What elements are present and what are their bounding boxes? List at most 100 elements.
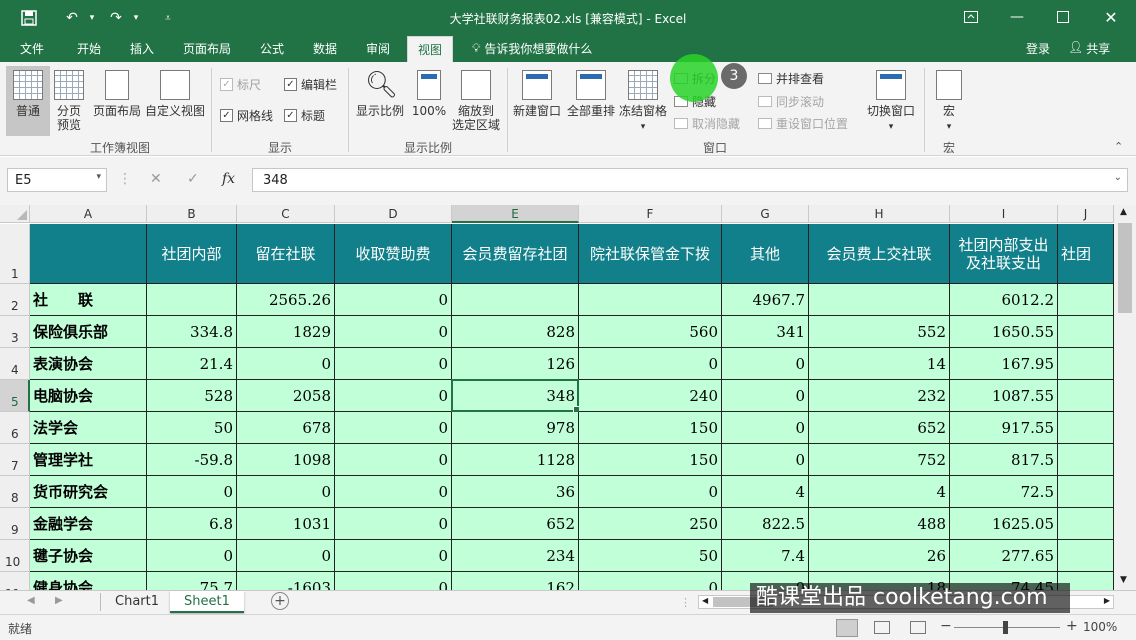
cell-b8[interactable]: 0 <box>147 476 237 508</box>
cell-i2[interactable]: 6012.2 <box>950 284 1058 316</box>
tab-review[interactable]: 审阅 <box>366 40 390 57</box>
cell-e4[interactable]: 126 <box>452 348 579 380</box>
cell-i6[interactable]: 917.55 <box>950 412 1058 444</box>
cell-b7[interactable]: -59.8 <box>147 444 237 476</box>
view-side-by-side-button[interactable]: 并排查看 <box>758 70 824 87</box>
cell-h8[interactable]: 4 <box>809 476 950 508</box>
cell-i10[interactable]: 277.65 <box>950 540 1058 572</box>
name-box[interactable]: E5 ▾ <box>7 168 107 192</box>
cell-b5[interactable]: 528 <box>147 380 237 412</box>
row-header-11[interactable]: 11 <box>0 572 30 590</box>
cell-h5[interactable]: 232 <box>809 380 950 412</box>
row-header-1[interactable]: 1 <box>0 224 30 284</box>
col-header-h[interactable]: H <box>809 205 950 223</box>
row-header-9[interactable]: 9 <box>0 508 30 540</box>
tab-formulas[interactable]: 公式 <box>260 40 284 57</box>
cell-f6[interactable]: 150 <box>579 412 722 444</box>
cell-d5[interactable]: 0 <box>335 380 452 412</box>
cell-i8[interactable]: 72.5 <box>950 476 1058 508</box>
cell-i9[interactable]: 1625.05 <box>950 508 1058 540</box>
cell-f8[interactable]: 0 <box>579 476 722 508</box>
cell-j5[interactable] <box>1058 380 1114 412</box>
new-window-button[interactable]: 新建窗口 <box>512 70 562 118</box>
zoom-to-selection-button[interactable]: 缩放到 选定区域 <box>450 70 502 132</box>
col-header-e[interactable]: E <box>452 205 579 223</box>
cell-f7[interactable]: 150 <box>579 444 722 476</box>
col-header-g[interactable]: G <box>722 205 809 223</box>
col-header-d[interactable]: D <box>335 205 452 223</box>
page-layout-button[interactable]: 页面布局 <box>90 70 144 118</box>
cell-c11[interactable]: -1603 <box>237 572 335 590</box>
cell-a8[interactable]: 货币研究会 <box>30 476 147 508</box>
cell-f5[interactable]: 240 <box>579 380 722 412</box>
cell-f10[interactable]: 50 <box>579 540 722 572</box>
row-header-8[interactable]: 8 <box>0 476 30 508</box>
cell-h4[interactable]: 14 <box>809 348 950 380</box>
cell-a3[interactable]: 保险俱乐部 <box>30 316 147 348</box>
scroll-thumb[interactable] <box>1118 223 1132 313</box>
cell-f4[interactable]: 0 <box>579 348 722 380</box>
col-header-f[interactable]: F <box>579 205 722 223</box>
share-button[interactable]: 👤︎ 共享 <box>1068 40 1110 57</box>
cell-c8[interactable]: 0 <box>237 476 335 508</box>
cell-h7[interactable]: 752 <box>809 444 950 476</box>
tab-page-layout[interactable]: 页面布局 <box>183 40 231 57</box>
gridlines-checkbox[interactable]: ✓ 网格线 <box>220 107 273 124</box>
header-cell-f[interactable]: 院社联保管金下拨 <box>579 224 722 284</box>
cell-c9[interactable]: 1031 <box>237 508 335 540</box>
cell-e5[interactable]: 348 <box>452 380 579 412</box>
cell-e6[interactable]: 978 <box>452 412 579 444</box>
col-header-a[interactable]: A <box>30 205 147 223</box>
freeze-panes-button[interactable]: 冻结窗格 ▾ <box>618 70 668 134</box>
cell-j2[interactable] <box>1058 284 1114 316</box>
cell-c4[interactable]: 0 <box>237 348 335 380</box>
cell-d9[interactable]: 0 <box>335 508 452 540</box>
normal-view-status-icon[interactable] <box>836 619 858 637</box>
cell-e11[interactable]: 162 <box>452 572 579 590</box>
cell-e10[interactable]: 234 <box>452 540 579 572</box>
tell-me-search[interactable]: 💡︎ 告诉我你想要做什么 <box>472 40 592 57</box>
cell-d10[interactable]: 0 <box>335 540 452 572</box>
zoom-100-button[interactable]: 100% <box>410 70 448 118</box>
cell-d3[interactable]: 0 <box>335 316 452 348</box>
formula-bar-checkbox[interactable]: ✓ 编辑栏 <box>284 76 337 93</box>
scroll-up-icon[interactable]: ▲ <box>1120 207 1127 217</box>
cell-a7[interactable]: 管理学社 <box>30 444 147 476</box>
row-header-5[interactable]: 5 <box>0 380 30 412</box>
confirm-entry-icon[interactable]: ✓ <box>187 171 199 187</box>
sheet-tab-chart1[interactable]: Chart1 <box>101 591 173 613</box>
headings-checkbox[interactable]: ✓ 标题 <box>284 107 325 124</box>
custom-views-button[interactable]: 自定义视图 <box>144 70 206 118</box>
cell-g10[interactable]: 7.4 <box>722 540 809 572</box>
cell-j10[interactable] <box>1058 540 1114 572</box>
cell-g9[interactable]: 822.5 <box>722 508 809 540</box>
ruler-checkbox[interactable]: ✓ 标尺 <box>220 76 261 93</box>
cell-f11[interactable]: 0 <box>579 572 722 590</box>
header-cell-g[interactable]: 其他 <box>722 224 809 284</box>
page-break-preview-button[interactable]: 分页 预览 <box>52 70 86 132</box>
tab-home[interactable]: 开始 <box>77 40 101 57</box>
insert-function-icon[interactable]: fx <box>222 171 235 187</box>
cell-j3[interactable] <box>1058 316 1114 348</box>
cell-h10[interactable]: 26 <box>809 540 950 572</box>
header-cell-j[interactable]: 社团 <box>1058 224 1114 284</box>
cell-h3[interactable]: 552 <box>809 316 950 348</box>
vertical-scrollbar[interactable]: ▲ ▼ <box>1114 205 1136 590</box>
cell-h9[interactable]: 488 <box>809 508 950 540</box>
cell-g6[interactable]: 0 <box>722 412 809 444</box>
cell-e8[interactable]: 36 <box>452 476 579 508</box>
row-header-6[interactable]: 6 <box>0 412 30 444</box>
prev-sheet-icon[interactable]: ◀ <box>27 595 35 606</box>
col-header-j[interactable]: J <box>1058 205 1114 223</box>
worksheet-grid[interactable]: A B C D E F G H I J 1 社团内部 留在社联 收取赞助费 会员费留存社团 院社联保管金下拨其… <box>0 205 1114 590</box>
cell-d2[interactable]: 0 <box>335 284 452 316</box>
page-layout-status-icon[interactable] <box>874 621 890 634</box>
cell-j8[interactable] <box>1058 476 1114 508</box>
col-header-i[interactable]: I <box>950 205 1058 223</box>
row-header-3[interactable]: 3 <box>0 316 30 348</box>
cell-b10[interactable]: 0 <box>147 540 237 572</box>
cell-b6[interactable]: 50 <box>147 412 237 444</box>
cell-h6[interactable]: 652 <box>809 412 950 444</box>
header-cell-i[interactable]: 社团内部支出及社联支出 <box>950 224 1058 284</box>
row-header-7[interactable]: 7 <box>0 444 30 476</box>
